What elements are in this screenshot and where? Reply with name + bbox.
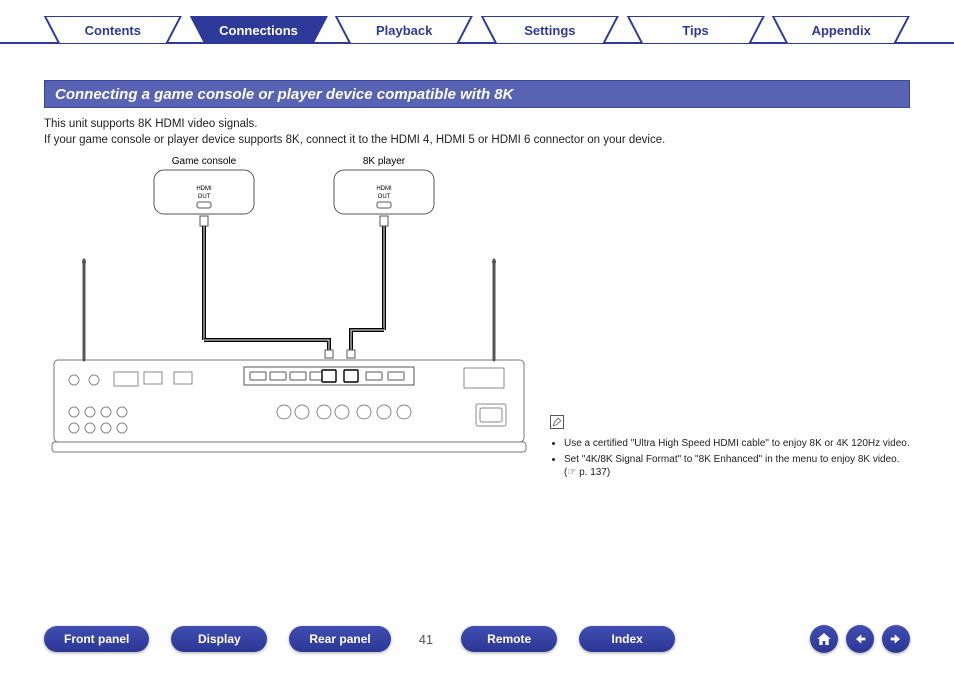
body-text: This unit supports 8K HDMI video signals… <box>44 116 910 148</box>
pencil-icon <box>550 415 564 429</box>
section-title: Connecting a game console or player devi… <box>55 86 513 103</box>
prev-button[interactable] <box>846 625 874 653</box>
home-icon <box>816 631 832 647</box>
device-label-left: Game console <box>172 156 237 167</box>
section-title-bar: Connecting a game console or player devi… <box>44 80 910 108</box>
connection-diagram: Game console HDMI OUT 8K player HDMI OUT <box>44 150 534 460</box>
page-number: 41 <box>419 632 433 647</box>
tab-connections[interactable]: Connections <box>186 16 332 44</box>
note-item: Set "4K/8K Signal Format" to "8K Enhance… <box>564 453 910 480</box>
device-label-right: 8K player <box>363 156 406 167</box>
svg-text:HDMI: HDMI <box>376 186 392 192</box>
pill-index[interactable]: Index <box>579 626 675 652</box>
tab-playback[interactable]: Playback <box>331 16 477 44</box>
tab-label: Connections <box>219 23 298 38</box>
svg-text:HDMI: HDMI <box>196 186 212 192</box>
pill-rear-panel[interactable]: Rear panel <box>289 626 390 652</box>
tab-label: Tips <box>682 23 709 38</box>
next-button[interactable] <box>882 625 910 653</box>
note-block: Use a certified "Ultra High Speed HDMI c… <box>550 415 910 482</box>
pill-label: Index <box>612 632 643 646</box>
tab-label: Settings <box>524 23 575 38</box>
svg-text:OUT: OUT <box>378 194 391 200</box>
tab-contents[interactable]: Contents <box>40 16 186 44</box>
note-item: Use a certified "Ultra High Speed HDMI c… <box>564 437 910 451</box>
pill-label: Front panel <box>64 632 129 646</box>
arrow-left-icon <box>852 631 868 647</box>
body-line: This unit supports 8K HDMI video signals… <box>44 116 910 132</box>
top-tabs: Contents Connections Playback Settings T… <box>0 16 954 44</box>
pill-display[interactable]: Display <box>171 626 267 652</box>
pill-label: Display <box>198 632 241 646</box>
pill-remote[interactable]: Remote <box>461 626 557 652</box>
tab-label: Playback <box>376 23 432 38</box>
tab-appendix[interactable]: Appendix <box>768 16 914 44</box>
pill-label: Remote <box>487 632 531 646</box>
tab-tips[interactable]: Tips <box>623 16 769 44</box>
svg-text:OUT: OUT <box>198 194 211 200</box>
tab-label: Contents <box>85 23 141 38</box>
home-button[interactable] <box>810 625 838 653</box>
body-line: If your game console or player device su… <box>44 132 910 148</box>
bottom-nav: Front panel Display Rear panel 41 Remote… <box>0 625 954 653</box>
arrow-right-icon <box>888 631 904 647</box>
pill-label: Rear panel <box>309 632 370 646</box>
pill-front-panel[interactable]: Front panel <box>44 626 149 652</box>
tab-settings[interactable]: Settings <box>477 16 623 44</box>
tab-label: Appendix <box>812 23 871 38</box>
